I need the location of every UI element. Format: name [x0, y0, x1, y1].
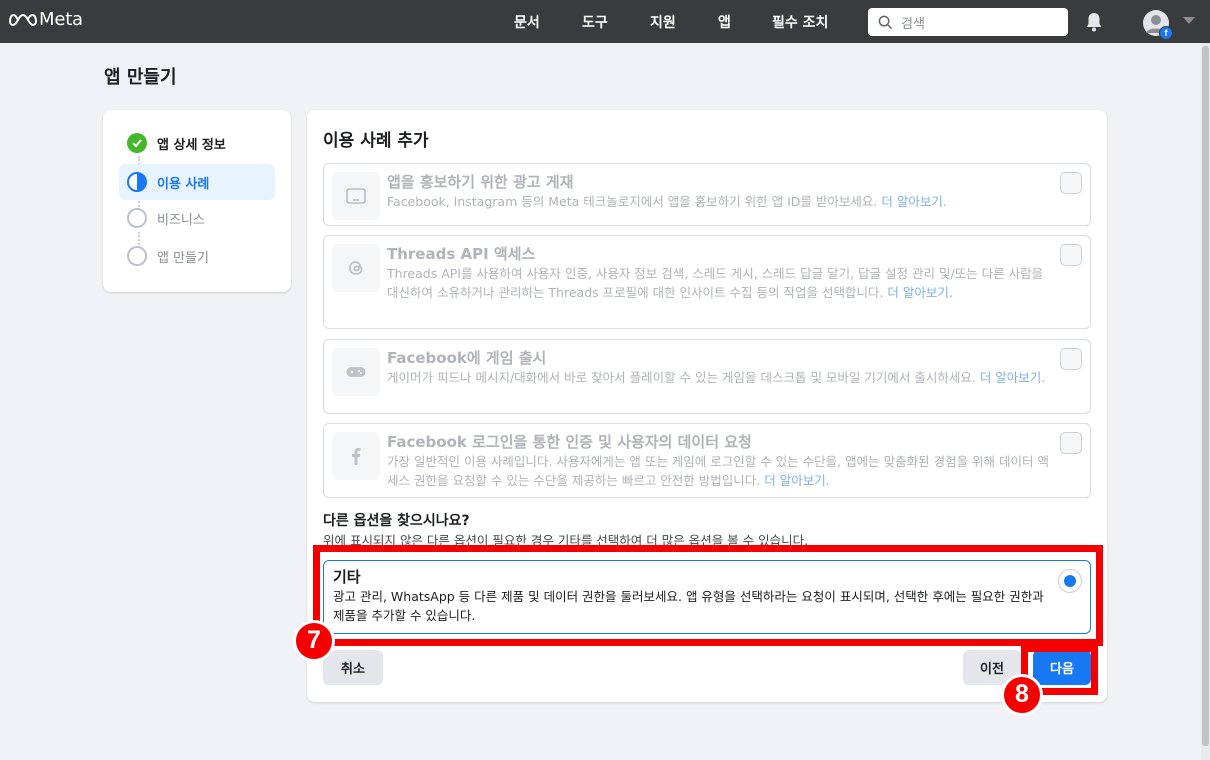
more-options-subtitle: 위에 표시되지 않은 다른 옵션이 필요한 경우 기타를 선택하여 더 많은 옵… — [323, 533, 809, 548]
card-title: 이용 사례 추가 — [323, 131, 429, 151]
tablet-icon — [332, 172, 380, 220]
cancel-button[interactable]: 취소 — [323, 650, 383, 685]
search-icon — [878, 15, 893, 29]
option-title: Facebook 로그인을 통한 인증 및 사용자의 데이터 요청 — [387, 433, 752, 451]
learn-more-link[interactable]: 더 알아보기. — [881, 194, 946, 209]
option-title: 앱을 홍보하기 위한 광고 게재 — [387, 173, 574, 191]
option-description: 게이머가 피드나 메시지/대화에서 바로 찾아서 플레이할 수 있는 게임을 데… — [387, 370, 1046, 385]
nav-link-tools[interactable]: 도구 — [582, 12, 608, 32]
bell-icon[interactable] — [1085, 12, 1103, 32]
radio-selected-dot — [1064, 575, 1076, 587]
gamepad-icon — [332, 348, 380, 396]
meta-infinity-icon — [9, 13, 37, 26]
option-description: Facebook, Instagram 등의 Meta 테크놀로지에서 앱을 홍… — [387, 194, 947, 209]
step-label: 비즈니스 — [157, 212, 205, 228]
option-description: 가장 일반적인 이용 사례입니다. 사용자에게는 앱 또는 게임에 로그인할 수… — [387, 454, 1049, 488]
threads-icon — [332, 244, 380, 292]
option-other[interactable]: 기타 광고 관리, WhatsApp 등 다른 제품 및 데이터 권한을 둘러보… — [323, 560, 1091, 634]
meta-logo[interactable]: Meta — [9, 9, 83, 30]
learn-more-link[interactable]: 더 알아보기. — [980, 370, 1045, 385]
option-checkbox[interactable] — [1060, 172, 1082, 194]
step-marker-badge: 8 — [1001, 674, 1043, 716]
chevron-down-icon[interactable] — [1183, 17, 1195, 24]
search-placeholder: 검색 — [901, 16, 925, 32]
step-business[interactable]: 비즈니스 — [119, 200, 275, 236]
next-button[interactable]: 다음 — [1033, 650, 1091, 685]
avatar[interactable]: f — [1143, 10, 1173, 40]
step-label: 이용 사례 — [157, 176, 210, 192]
facebook-icon — [332, 432, 380, 480]
step-label: 앱 상세 정보 — [157, 137, 226, 153]
page-title: 앱 만들기 — [104, 67, 177, 88]
empty-circle-icon — [127, 246, 147, 266]
option-description: Threads API를 사용하여 사용자 인증, 사용자 정보 검색, 스레드… — [387, 266, 1044, 300]
learn-more-link[interactable]: 더 알아보기. — [764, 473, 829, 488]
nav-link-support[interactable]: 지원 — [650, 12, 676, 32]
check-circle-icon — [127, 133, 147, 153]
facebook-badge-icon: f — [1159, 26, 1173, 40]
top-nav: Meta 문서 도구 지원 앱 필수 조치 검색 f — [0, 0, 1210, 43]
option-ads-promotion[interactable]: 앱을 홍보하기 위한 광고 게재 Facebook, Instagram 등의 … — [323, 163, 1091, 226]
half-circle-icon — [127, 172, 147, 192]
option-game-launch[interactable]: Facebook에 게임 출시 게이머가 피드나 메시지/대화에서 바로 찾아서… — [323, 339, 1091, 414]
step-label: 앱 만들기 — [157, 250, 209, 266]
option-title: Facebook에 게임 출시 — [387, 349, 547, 367]
option-facebook-login[interactable]: Facebook 로그인을 통한 인증 및 사용자의 데이터 요청 가장 일반적… — [323, 423, 1091, 498]
option-threads-api[interactable]: Threads API 액세스 Threads API를 사용하여 사용자 인증… — [323, 235, 1091, 329]
option-checkbox[interactable] — [1060, 348, 1082, 370]
option-radio[interactable] — [1058, 569, 1082, 593]
learn-more-link[interactable]: 더 알아보기. — [887, 285, 952, 300]
option-title: 기타 — [333, 568, 361, 586]
nav-link-required-actions[interactable]: 필수 조치 — [772, 12, 828, 32]
empty-circle-icon — [127, 208, 147, 228]
step-use-cases[interactable]: 이용 사례 — [119, 164, 275, 200]
steps-sidebar: 앱 상세 정보 이용 사례 비즈니스 앱 만들기 — [103, 110, 291, 292]
nav-link-apps[interactable]: 앱 — [718, 12, 731, 32]
option-checkbox[interactable] — [1060, 244, 1082, 266]
nav-link-docs[interactable]: 문서 — [514, 12, 540, 32]
scrollbar-thumb[interactable] — [1202, 46, 1209, 746]
step-create-app[interactable]: 앱 만들기 — [119, 238, 275, 274]
brand-name: Meta — [39, 9, 83, 30]
option-description: 광고 관리, WhatsApp 등 다른 제품 및 데이터 권한을 둘러보세요.… — [333, 589, 1044, 623]
step-marker-badge: 7 — [293, 620, 335, 662]
search-input[interactable]: 검색 — [868, 8, 1068, 36]
use-case-card: 이용 사례 추가 앱을 홍보하기 위한 광고 게재 Facebook, Inst… — [307, 110, 1107, 702]
option-checkbox[interactable] — [1060, 432, 1082, 454]
step-app-details[interactable]: 앱 상세 정보 — [119, 125, 275, 161]
option-title: Threads API 액세스 — [387, 245, 536, 263]
more-options-title: 다른 옵션을 찾으시나요? — [323, 513, 470, 529]
